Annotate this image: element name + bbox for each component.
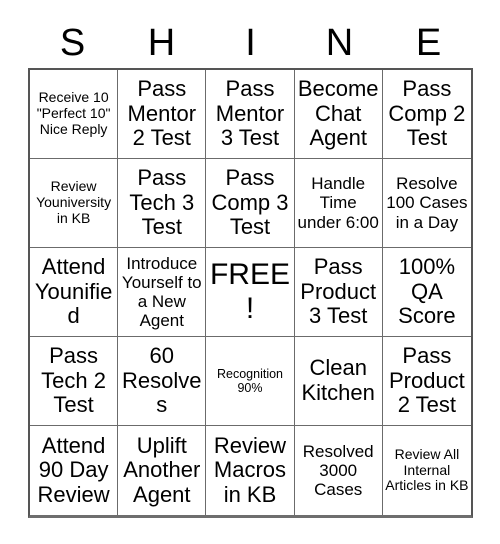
bingo-cell[interactable]: Pass Product 3 Test — [294, 248, 383, 337]
bingo-cell[interactable]: Attend Younified — [30, 248, 119, 337]
bingo-cell[interactable]: Become Chat Agent — [294, 70, 383, 159]
bingo-cell[interactable]: Review Youniversity in KB — [30, 159, 119, 248]
bingo-grid: Receive 10 "Perfect 10" Nice Reply Pass … — [28, 68, 473, 518]
bingo-cell[interactable]: Attend 90 Day Review — [30, 426, 119, 515]
bingo-cell-label: 100% QA Score — [398, 254, 456, 329]
bingo-cell[interactable]: Pass Tech 3 Test — [118, 159, 207, 248]
bingo-cell[interactable]: Pass Mentor 2 Test — [118, 70, 207, 159]
bingo-cell-label: Resolve 100 Cases in a Day — [386, 174, 468, 232]
bingo-cell[interactable]: Handle Time under 6:00 — [294, 159, 383, 248]
bingo-cell-label: Pass Tech 2 Test — [41, 343, 106, 418]
bingo-cell[interactable]: Pass Product 2 Test — [382, 337, 471, 426]
bingo-cell[interactable]: Pass Comp 2 Test — [382, 70, 471, 159]
bingo-cell[interactable]: 60 Resolves — [118, 337, 207, 426]
bingo-cell[interactable]: Pass Mentor 3 Test — [206, 70, 295, 159]
bingo-cell-label: Recognition 90% — [216, 367, 283, 395]
header-letter-s: S — [59, 22, 86, 64]
bingo-cell[interactable]: Resolved 3000 Cases — [294, 426, 383, 515]
bingo-cell-label: Uplift Another Agent — [123, 432, 201, 507]
bingo-cell-label: 60 Resolves — [122, 343, 202, 418]
bingo-cell[interactable]: 100% QA Score — [382, 248, 471, 337]
bingo-cell-label: FREE! — [209, 258, 290, 325]
bingo-card: S H I N E Receive 10 "Perfect 10" Nice R… — [0, 0, 500, 544]
bingo-header: S H I N E — [28, 18, 473, 68]
bingo-cell-label: Pass Mentor 2 Test — [127, 76, 197, 151]
bingo-cell-label: Handle Time under 6:00 — [297, 174, 379, 232]
bingo-cell-label: Pass Comp 3 Test — [211, 165, 289, 240]
bingo-cell-label: Pass Mentor 3 Test — [215, 76, 285, 151]
bingo-cell[interactable]: Introduce Yourself to a New Agent — [118, 248, 207, 337]
bingo-cell[interactable]: Review Macros in KB — [206, 426, 295, 515]
bingo-cell-label: Introduce Yourself to a New Agent — [121, 253, 202, 331]
bingo-cell[interactable]: Review All Internal Articles in KB — [382, 426, 471, 515]
bingo-cell-label: Resolved 3000 Cases — [302, 441, 374, 500]
bingo-cell-free[interactable]: FREE! — [206, 248, 295, 337]
bingo-cell-label: Pass Product 3 Test — [300, 254, 377, 329]
bingo-cell-label: Pass Tech 3 Test — [129, 165, 195, 240]
bingo-cell[interactable]: Pass Tech 2 Test — [30, 337, 119, 426]
header-letter-h: H — [147, 22, 176, 64]
bingo-cell[interactable]: Receive 10 "Perfect 10" Nice Reply — [30, 70, 119, 159]
bingo-cell-label: Become Chat Agent — [297, 76, 379, 151]
bingo-cell-label: Pass Product 2 Test — [388, 343, 465, 418]
bingo-cell-label: Review All Internal Articles in KB — [385, 445, 469, 494]
bingo-cell[interactable]: Recognition 90% — [206, 337, 295, 426]
header-letter-e: E — [415, 22, 442, 64]
header-letter-n: N — [325, 22, 354, 64]
bingo-cell-label: Review Youniversity in KB — [36, 178, 112, 226]
bingo-cell[interactable]: Resolve 100 Cases in a Day — [382, 159, 471, 248]
bingo-cell-label: Attend 90 Day Review — [37, 432, 110, 507]
bingo-cell[interactable]: Pass Comp 3 Test — [206, 159, 295, 248]
bingo-cell-label: Pass Comp 2 Test — [388, 76, 466, 151]
header-letter-i: I — [245, 22, 256, 64]
bingo-cell[interactable]: Uplift Another Agent — [118, 426, 207, 515]
bingo-cell-label: Receive 10 "Perfect 10" Nice Reply — [36, 89, 111, 137]
bingo-cell-label: Clean Kitchen — [301, 355, 375, 405]
bingo-cell-label: Review Macros in KB — [213, 432, 287, 507]
bingo-cell[interactable]: Clean Kitchen — [294, 337, 383, 426]
bingo-cell-label: Attend Younified — [34, 254, 113, 329]
